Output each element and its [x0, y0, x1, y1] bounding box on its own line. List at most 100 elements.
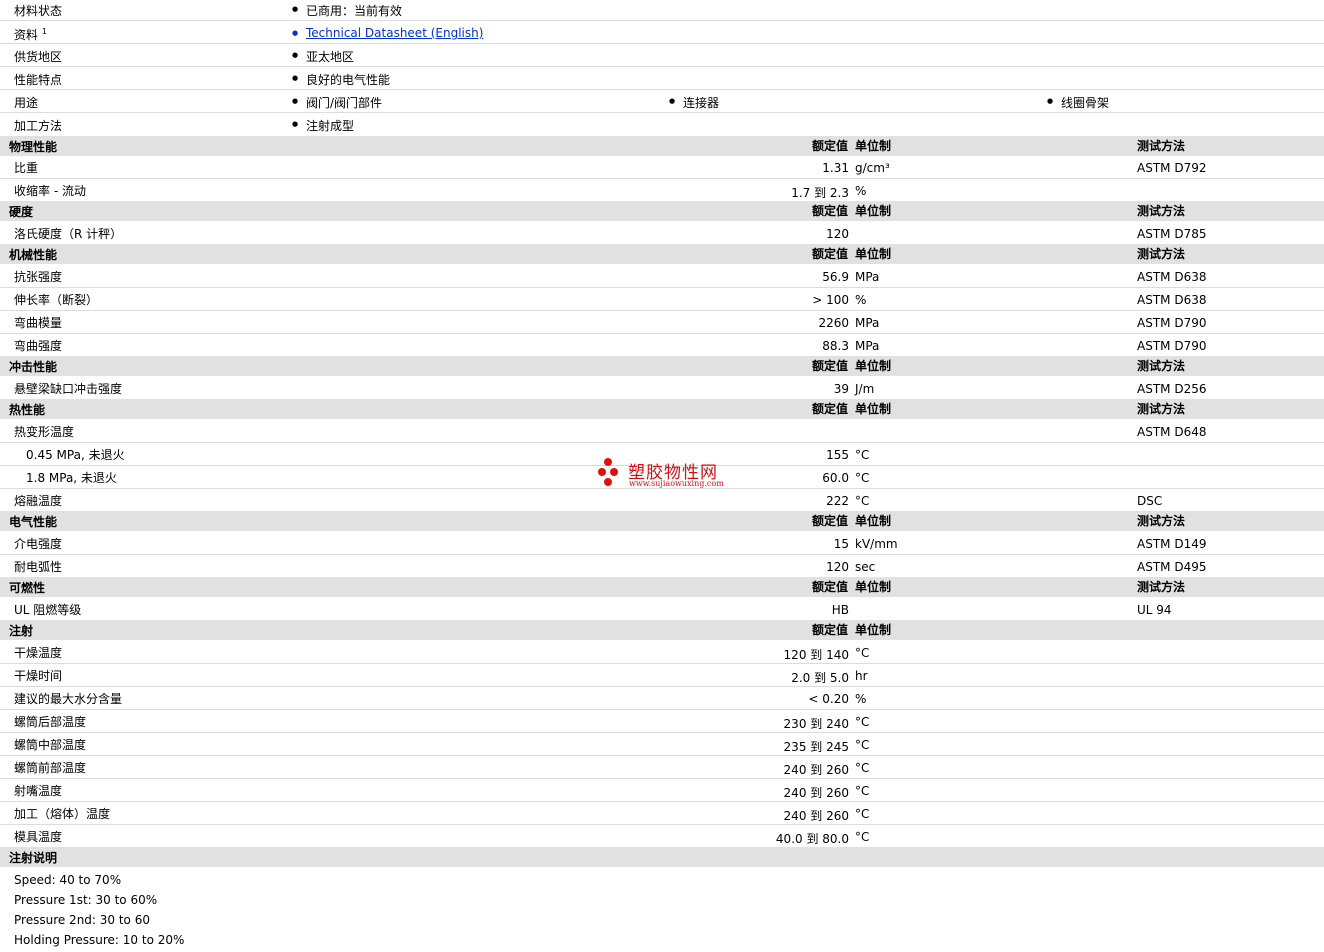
property-row: UL 阻燃等级 HB UL 94	[0, 598, 1324, 620]
property-unit: J/m	[855, 382, 875, 396]
property-value: 88.3	[822, 339, 849, 353]
info-value: 良好的电气性能	[292, 71, 390, 88]
property-unit: °C	[855, 738, 870, 752]
property-value: 15	[833, 537, 849, 551]
property-row: 耐电弧性 120 sec ASTM D495	[0, 555, 1324, 577]
property-name: 悬壁梁缺口冲击强度	[14, 382, 123, 396]
property-test-method: ASTM D785	[1137, 227, 1207, 241]
property-name: 加工（熔体）温度	[14, 807, 111, 821]
col-header-nominal: 额定值	[811, 580, 848, 594]
property-test-method: ASTM D792	[1137, 161, 1207, 175]
col-header-unit: 单位制	[855, 402, 892, 416]
property-unit: %	[855, 293, 867, 307]
property-name: 射嘴温度	[14, 784, 63, 798]
property-name: 耐电弧性	[14, 560, 63, 574]
datasheet-link[interactable]: Technical Datasheet (English)	[292, 26, 483, 40]
property-test-method: ASTM D790	[1137, 316, 1207, 330]
col-header-nominal: 额定值	[811, 623, 848, 637]
col-header-nominal: 额定值	[811, 247, 848, 261]
property-value: 230 到 240	[783, 717, 849, 731]
property-name: 螺筒中部温度	[14, 738, 87, 752]
property-unit: °C	[855, 807, 870, 821]
property-value: HB	[831, 603, 849, 617]
info-value: 连接器	[669, 94, 719, 111]
note-line: Pressure 1st: 30 to 60%	[14, 893, 158, 907]
section-title: 热性能	[9, 403, 46, 417]
property-unit: °C	[855, 448, 870, 462]
property-value: 1.7 到 2.3	[791, 186, 849, 200]
property-name: 建议的最大水分含量	[14, 692, 123, 706]
col-header-nominal: 额定值	[811, 514, 848, 528]
col-header-unit: 单位制	[855, 359, 892, 373]
watermark-logo: 塑胶物性网 www.sujiaowuxing.com	[598, 458, 728, 492]
property-value: 2.0 到 5.0	[791, 671, 849, 685]
property-unit: °C	[855, 471, 870, 485]
property-value: 1.31	[822, 161, 849, 175]
property-unit: %	[855, 184, 867, 198]
col-header-test: 测试方法	[1137, 139, 1186, 153]
col-header-test: 测试方法	[1137, 402, 1186, 416]
property-row: 模具温度 40.0 到 80.0 °C	[0, 825, 1324, 847]
property-row: 建议的最大水分含量 < 0.20%	[0, 687, 1324, 710]
property-value: 222	[826, 494, 849, 508]
property-name: 弯曲模量	[14, 316, 63, 330]
info-row-features: 性能特点 良好的电气性能	[0, 67, 1324, 90]
info-label: 资料 1	[14, 27, 47, 42]
col-header-nominal: 额定值	[811, 204, 848, 218]
property-test-method: ASTM D256	[1137, 382, 1207, 396]
section-header-injection: 注射 额定值 单位制	[0, 620, 1324, 640]
property-value: 235 到 245	[783, 740, 849, 754]
property-row: 洛氏硬度（R 计秤） 120 ASTM D785	[0, 222, 1324, 244]
property-row: 螺筒前部温度 240 到 260 °C	[0, 756, 1324, 779]
property-name: 熔融温度	[14, 494, 63, 508]
property-value: 155	[826, 448, 849, 462]
section-header-electrical: 电气性能 额定值 单位制 测试方法	[0, 511, 1324, 531]
property-name: 干燥温度	[14, 646, 63, 660]
info-label: 加工方法	[14, 119, 63, 133]
property-value: < 0.20	[808, 692, 849, 706]
col-header-nominal: 额定值	[811, 139, 848, 153]
injection-notes: Speed: 40 to 70% Pressure 1st: 30 to 60%…	[14, 872, 184, 952]
property-name: 模具温度	[14, 830, 63, 844]
property-name: 螺筒后部温度	[14, 715, 87, 729]
property-value: > 100	[812, 293, 849, 307]
property-name: 螺筒前部温度	[14, 761, 87, 775]
property-unit: °C	[855, 646, 870, 660]
col-header-nominal: 额定值	[811, 402, 848, 416]
property-name: 洛氏硬度（R 计秤）	[14, 227, 123, 241]
property-value: 40.0 到 80.0	[775, 832, 849, 846]
section-title: 可燃性	[9, 581, 46, 595]
property-test-method: ASTM D495	[1137, 560, 1207, 574]
property-row: 收缩率 - 流动 1.7 到 2.3%	[0, 179, 1324, 201]
col-header-test: 测试方法	[1137, 359, 1186, 373]
property-row: 干燥时间 2.0 到 5.0 hr	[0, 664, 1324, 687]
info-value: 已商用：当前有效	[292, 2, 402, 19]
info-row-region: 供货地区 亚太地区	[0, 44, 1324, 67]
col-header-unit: 单位制	[855, 204, 892, 218]
property-row: 射嘴温度 240 到 260 °C	[0, 779, 1324, 802]
property-row: 热变形温度 ASTM D648	[0, 420, 1324, 443]
section-header-notes: 注射说明	[0, 847, 1324, 867]
info-label: 用途	[14, 96, 39, 110]
property-test-method: ASTM D638	[1137, 270, 1207, 284]
info-row-processing: 加工方法 注射成型	[0, 113, 1324, 136]
note-line: Pressure 2nd: 30 to 60	[14, 913, 150, 927]
property-unit: °C	[855, 784, 870, 798]
property-value: 60.0	[822, 471, 849, 485]
info-value: 亚太地区	[292, 48, 354, 65]
property-unit: %	[855, 692, 867, 706]
property-name: 介电强度	[14, 537, 63, 551]
note-line: Speed: 40 to 70%	[14, 873, 122, 887]
property-row: 加工（熔体）温度 240 到 260 °C	[0, 802, 1324, 825]
property-unit: °C	[855, 494, 870, 508]
property-test-method: ASTM D790	[1137, 339, 1207, 353]
property-unit: kV/mm	[855, 537, 898, 551]
col-header-unit: 单位制	[855, 514, 892, 528]
property-row: 比重 1.31 g/cm³ ASTM D792	[0, 156, 1324, 179]
section-title: 硬度	[9, 205, 34, 219]
info-label: 性能特点	[14, 73, 63, 87]
property-unit: °C	[855, 761, 870, 775]
property-test-method: ASTM D638	[1137, 293, 1207, 307]
col-header-test: 测试方法	[1137, 204, 1186, 218]
section-title: 机械性能	[9, 248, 58, 262]
